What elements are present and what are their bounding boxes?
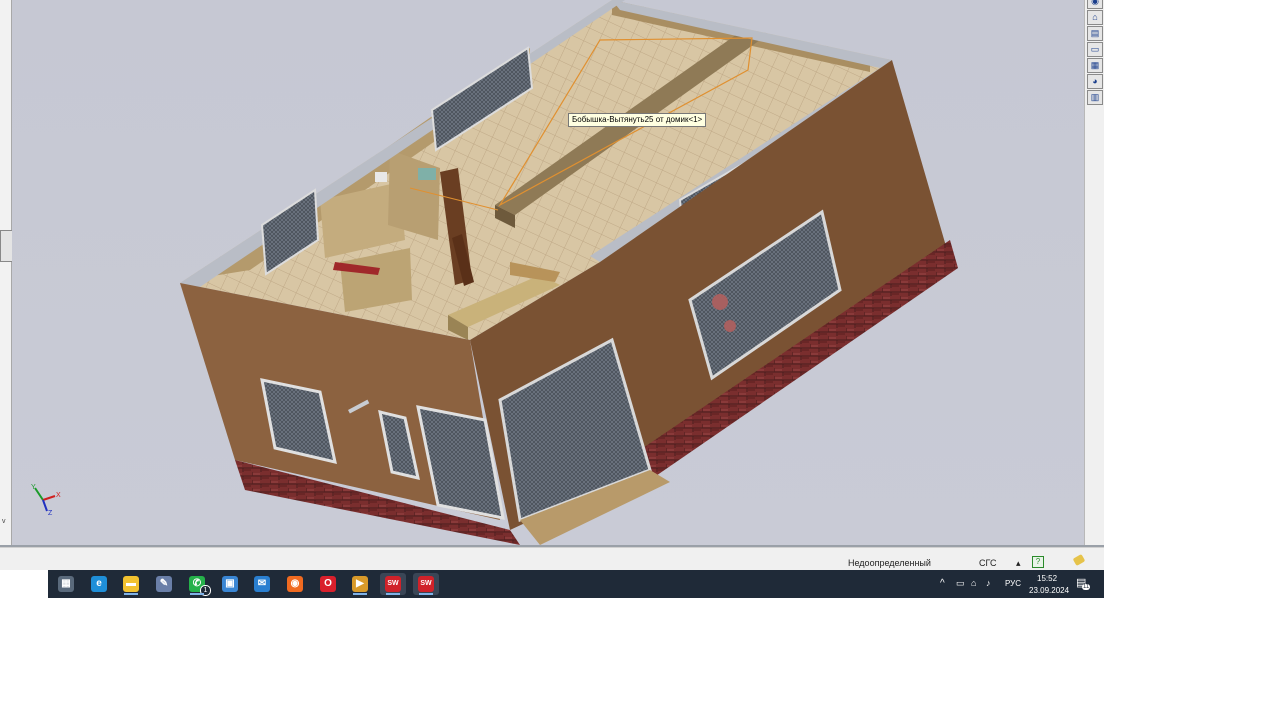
network-icon[interactable]: ⌂ bbox=[971, 578, 976, 588]
y-axis-label: Y bbox=[31, 484, 36, 491]
paint-app-icon[interactable]: ✎ bbox=[151, 573, 177, 595]
running-indicator bbox=[190, 593, 204, 595]
running-indicator bbox=[353, 593, 367, 595]
feature-manager-collapsed-panel[interactable]: v bbox=[0, 0, 13, 545]
opera-icon[interactable]: O bbox=[315, 573, 341, 595]
task-pane: ◉ ⌂ ▤ ▭ ▦ ◕ ▥ bbox=[1084, 0, 1104, 545]
notification-count-badge: 11 bbox=[1082, 584, 1091, 590]
opera-icon-glyph: O bbox=[320, 576, 336, 592]
edge-browser-icon-glyph: e bbox=[91, 576, 107, 592]
clock-time[interactable]: 15:52 bbox=[1037, 574, 1057, 583]
solidworks-icon[interactable]: SW bbox=[380, 573, 406, 595]
firefox-icon[interactable]: ◉ bbox=[282, 573, 308, 595]
axis-triad: Y X Z bbox=[31, 484, 61, 517]
solidworks-icon-2[interactable]: SW bbox=[413, 573, 439, 595]
store-app-icon[interactable]: ▣ bbox=[217, 573, 243, 595]
definition-status: Недоопределенный bbox=[848, 558, 931, 568]
calculator-app-icon[interactable]: ▦ bbox=[53, 573, 79, 595]
sink bbox=[418, 168, 436, 180]
file-explorer-pane-icon[interactable]: ▭ bbox=[1087, 42, 1103, 57]
windows-taskbar: ▦ e ▬ ✎ ✆ 1 ▣ ✉ ◉ O ▶ SW SW ^ ▭ ⌂ ♪ РУС 15:52 23.09.… bbox=[0, 570, 1104, 598]
scroll-down-arrow[interactable]: v bbox=[2, 518, 6, 525]
file-explorer-icon[interactable]: ▬ bbox=[118, 573, 144, 595]
store-app-icon-glyph: ▣ bbox=[222, 576, 238, 592]
appearances-icon[interactable]: ◕ bbox=[1087, 74, 1103, 89]
running-indicator bbox=[419, 593, 433, 595]
status-bar: Недоопределенный СГС ▴ ? bbox=[0, 547, 1104, 571]
media-player-icon[interactable]: ▶ bbox=[347, 573, 373, 595]
unit-system[interactable]: СГС bbox=[979, 558, 996, 568]
z-axis-label: Z bbox=[48, 510, 53, 517]
home-icon[interactable]: ⌂ bbox=[1087, 10, 1103, 25]
calculator-app-icon-glyph: ▦ bbox=[58, 576, 74, 592]
solidworks-icon-glyph: SW bbox=[385, 576, 401, 592]
solidworks-resources-icon[interactable]: ◉ bbox=[1087, 0, 1103, 9]
rebuild-tag-icon[interactable] bbox=[1072, 554, 1086, 566]
media-player-icon-glyph: ▶ bbox=[352, 576, 368, 592]
application-window: v Y X Z Бобышка-Вытянуть25 от домик<1> ◉… bbox=[0, 0, 1104, 598]
taskbar-search-area[interactable] bbox=[0, 570, 48, 598]
y-axis-line bbox=[34, 487, 44, 501]
chair-in-window bbox=[712, 294, 728, 310]
solidworks-icon-2-glyph: SW bbox=[418, 576, 434, 592]
running-indicator bbox=[124, 593, 138, 595]
z-axis-line bbox=[42, 499, 48, 512]
toilet bbox=[375, 172, 387, 182]
mail-app-icon[interactable]: ✉ bbox=[249, 573, 275, 595]
design-library-icon[interactable]: ▤ bbox=[1087, 26, 1103, 41]
graphics-viewport[interactable]: Y X Z bbox=[12, 0, 1084, 545]
unit-menu-arrow-icon[interactable]: ▴ bbox=[1016, 558, 1021, 569]
help-icon[interactable]: ? bbox=[1032, 556, 1044, 568]
view-palette-icon[interactable]: ▦ bbox=[1087, 58, 1103, 73]
running-indicator bbox=[386, 593, 400, 595]
show-hidden-icons-chevron-icon[interactable]: ^ bbox=[940, 578, 945, 589]
meet-now-icon[interactable]: ▭ bbox=[956, 578, 965, 589]
paint-app-icon-glyph: ✎ bbox=[156, 576, 172, 592]
mail-app-icon-glyph: ✉ bbox=[254, 576, 270, 592]
house-3d-model[interactable]: Y X Z bbox=[12, 0, 1084, 545]
whatsapp-icon[interactable]: ✆ 1 bbox=[184, 573, 211, 596]
edge-browser-icon[interactable]: e bbox=[86, 573, 112, 595]
feature-tooltip: Бобышка-Вытянуть25 от домик<1> bbox=[568, 113, 707, 127]
clock-date[interactable]: 23.09.2024 bbox=[1029, 586, 1069, 595]
file-explorer-icon-glyph: ▬ bbox=[123, 576, 139, 592]
custom-properties-icon[interactable]: ▥ bbox=[1087, 90, 1103, 105]
firefox-icon-glyph: ◉ bbox=[287, 576, 303, 592]
input-language[interactable]: РУС bbox=[1005, 579, 1021, 588]
x-axis-label: X bbox=[56, 492, 61, 499]
volume-icon[interactable]: ♪ bbox=[986, 578, 991, 588]
x-axis-line bbox=[42, 495, 56, 501]
